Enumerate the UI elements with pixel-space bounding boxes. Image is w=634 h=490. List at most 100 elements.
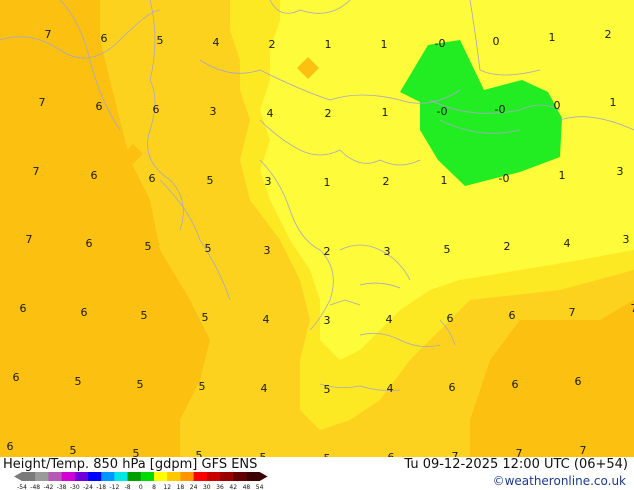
scale-tick-label: -12 — [109, 484, 119, 490]
weather-map: 7 6 5 4 2 1 1 -0 0 1 2 7 6 6 3 4 2 1 -0 -0 0 1 7 6 6 5 3 1 2 1 -0 1 3 7 6 5… — [0, 0, 634, 457]
value-label: 5 — [75, 375, 82, 388]
value-label: 2 — [383, 175, 390, 188]
value-label: 3 — [264, 244, 271, 257]
scale-swatch — [193, 472, 208, 481]
value-label: -0 — [495, 103, 506, 116]
scale-tick-label: 8 — [152, 484, 156, 490]
value-label: 1 — [549, 31, 556, 44]
value-label: 7 — [580, 444, 587, 457]
scale-swatch — [88, 472, 102, 481]
value-label: 4 — [386, 313, 393, 326]
color-scale: -54 -48 -42 -38 -30 -24 -18 -12 -8 0 8 12 18 24 30 36 42… — [14, 472, 268, 490]
scale-swatch — [233, 472, 247, 481]
value-label: 6 — [86, 237, 93, 250]
value-label: -0 — [437, 105, 448, 118]
value-label: 1 — [381, 38, 388, 51]
scale-swatch — [154, 472, 168, 481]
value-label: 6 — [449, 381, 456, 394]
value-label: 0 — [493, 35, 500, 48]
value-label: 0 — [554, 99, 561, 112]
value-label: 4 — [261, 382, 268, 395]
value-label: 2 — [324, 245, 331, 258]
value-label: 6 — [512, 378, 519, 391]
value-label: 7 — [516, 447, 523, 457]
value-label: 6 — [149, 172, 156, 185]
scale-tick-label: 24 — [190, 484, 198, 490]
value-label: 2 — [504, 240, 511, 253]
scale-ticks: -54 -48 -42 -38 -30 -24 -18 -12 -8 0 8 12 18 24 30 36 42… — [17, 484, 264, 490]
scale-swatch — [35, 472, 49, 481]
value-label: 1 — [559, 169, 566, 182]
value-label: 6 — [575, 375, 582, 388]
value-label: 5 — [137, 378, 144, 391]
value-label: 7 — [569, 306, 576, 319]
value-label: 6 — [7, 440, 14, 453]
value-label: 3 — [210, 105, 217, 118]
temperature-field: 7 6 5 4 2 1 1 -0 0 1 2 7 6 6 3 4 2 1 -0 -0 0 1 7 6 6 5 3 1 2 1 -0 1 3 7 6 5… — [0, 0, 634, 457]
value-label: 6 — [509, 309, 516, 322]
scale-swatch — [48, 472, 62, 481]
scale-swatch — [74, 472, 89, 481]
value-label: 7 — [26, 233, 33, 246]
value-label: 4 — [263, 313, 270, 326]
value-label: 3 — [384, 245, 391, 258]
value-label: 6 — [447, 312, 454, 325]
scale-swatch — [22, 472, 36, 481]
credit-link[interactable]: ©weatheronline.co.uk — [493, 474, 626, 488]
scale-tick-label: 54 — [256, 484, 264, 490]
scale-tick-label: 12 — [163, 484, 171, 490]
value-label: 4 — [267, 107, 274, 120]
value-label: -0 — [499, 172, 510, 185]
scale-arrow-left — [14, 472, 22, 481]
value-label: 6 — [81, 306, 88, 319]
scale-boxes — [14, 472, 268, 481]
value-label: 7 — [39, 96, 46, 109]
value-label: 6 — [20, 302, 27, 315]
value-label: 1 — [324, 176, 331, 189]
scale-tick-label: -8 — [125, 484, 131, 490]
scale-tick-label: -30 — [70, 484, 80, 490]
value-label: 4 — [564, 237, 571, 250]
value-label: 5 — [199, 380, 206, 393]
value-label: 5 — [157, 34, 164, 47]
value-label: 4 — [213, 36, 220, 49]
scale-swatch — [140, 472, 155, 481]
scale-swatch — [114, 472, 128, 481]
value-label: 1 — [382, 106, 389, 119]
map-title: Height/Temp. 850 hPa [gdpm] GFS ENS — [3, 457, 258, 472]
value-label: 5 — [202, 311, 209, 324]
scale-tick-label: -24 — [83, 484, 93, 490]
value-label: 5 — [196, 449, 203, 457]
value-label: 6 — [153, 103, 160, 116]
value-label: 5 — [207, 174, 214, 187]
value-label: 1 — [441, 174, 448, 187]
value-label: 3 — [324, 314, 331, 327]
scale-tick-label: 0 — [139, 484, 143, 490]
value-label: 2 — [325, 107, 332, 120]
value-label: 5 — [205, 242, 212, 255]
value-label: -0 — [435, 37, 446, 50]
value-label: 7 — [45, 28, 52, 41]
value-label: 7 — [33, 165, 40, 178]
value-label: 5 — [324, 383, 331, 396]
valid-time: Tu 09-12-2025 12:00 UTC (06+54) — [404, 457, 628, 472]
scale-swatch — [206, 472, 221, 481]
scale-tick-label: -42 — [43, 484, 53, 490]
value-label: 5 — [70, 444, 77, 457]
value-label: 5 — [145, 240, 152, 253]
scale-swatch — [127, 472, 142, 481]
scale-tick-label: 18 — [177, 484, 185, 490]
scale-tick-label: -38 — [57, 484, 67, 490]
scale-tick-label: -48 — [30, 484, 40, 490]
scale-tick-label: -18 — [96, 484, 106, 490]
value-label: 3 — [623, 233, 630, 246]
scale-tick-label: -54 — [17, 484, 27, 490]
scale-tick-label: 48 — [243, 484, 251, 490]
value-label: 5 — [444, 243, 451, 256]
scale-tick-label: 42 — [229, 484, 237, 490]
scale-swatch — [246, 472, 260, 481]
scale-swatch — [167, 472, 181, 481]
value-label: 1 — [610, 96, 617, 109]
scale-swatch — [101, 472, 115, 481]
value-label: 5 — [133, 447, 140, 457]
